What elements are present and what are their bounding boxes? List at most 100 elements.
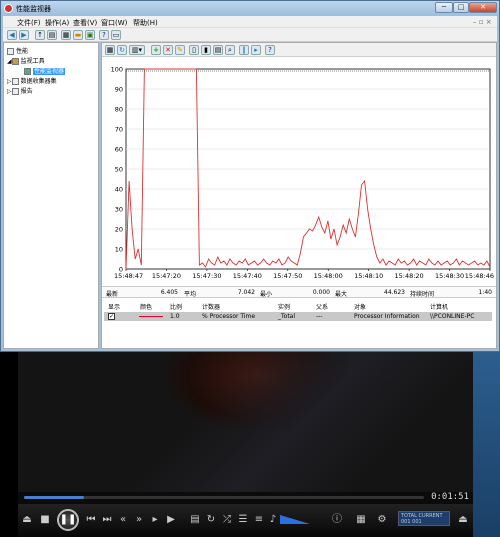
x-tick-label: 15:47:40 (233, 272, 262, 280)
menu-view[interactable]: 查看(V) (73, 18, 97, 28)
seek-bar[interactable] (24, 496, 424, 499)
col-show[interactable]: 显示 (108, 302, 120, 311)
step-icon[interactable]: ▶ (164, 513, 178, 527)
menu-window[interactable]: 窗口(W) (101, 18, 127, 28)
view-icon[interactable]: ▭ (111, 30, 121, 40)
seek-bar-area: 0:01:51 (18, 492, 473, 504)
folder-icon[interactable]: ▬ (73, 30, 83, 40)
y-tick-label: 60 (115, 146, 123, 154)
tree-item-reports[interactable]: ▷ 报告 (7, 86, 33, 95)
col-scale[interactable]: 比例 (170, 302, 182, 311)
series-color-swatch (139, 316, 163, 317)
col-instance[interactable]: 实例 (278, 302, 290, 311)
pause-button[interactable]: ❚❚ (57, 509, 79, 531)
x-tick-label: 15:48:46 (465, 272, 494, 280)
mdi-controls[interactable]: – ▫ × (473, 18, 493, 26)
player-controls: ⏏ ■ ❚❚ ⏮ ⏭ « » ▸ ▶ ▤ ↻ ⤮ ☰ ≡ ♪ ⓘ ▦ ⚙ TOT… (18, 504, 473, 537)
col-color[interactable]: 颜色 (140, 302, 152, 311)
screenshot-icon[interactable]: ▤ (188, 513, 202, 527)
performance-monitor-window: 性能监视器 ─ □ ✕ 文件(F) 操作(A) 查看(V) 窗口(W) 帮助(H… (0, 0, 500, 352)
row-parent: --- (316, 313, 323, 320)
max-value: 44.623 (384, 289, 405, 296)
equalizer-icon[interactable]: ≡ (252, 513, 266, 527)
title-bar[interactable]: 性能监视器 ─ □ ✕ (1, 1, 499, 16)
collector-icon (11, 78, 19, 85)
fast-forward-button[interactable]: » (132, 513, 146, 527)
properties-icon[interactable]: ▤ (213, 45, 223, 55)
stop-button[interactable]: ■ (38, 513, 52, 527)
x-tick-label: 15:48:10 (354, 272, 383, 280)
paste-icon[interactable]: ▮ (201, 45, 211, 55)
window-title: 性能监视器 (16, 5, 51, 13)
rewind-button[interactable]: « (116, 513, 130, 527)
add-counter-icon[interactable]: + (151, 45, 161, 55)
view-graph-icon[interactable]: ▦ (105, 45, 115, 55)
eject-icon[interactable]: ⏏ (20, 513, 34, 527)
film-icon[interactable]: ▦ (352, 513, 370, 527)
row-object: Processor Information (354, 313, 420, 320)
frame-step-icon[interactable]: ▸ (148, 513, 162, 527)
playback-time: 0:01:51 (431, 492, 469, 502)
pause-icon[interactable]: ‖ (239, 45, 249, 55)
properties-icon[interactable]: ▦ (61, 30, 71, 40)
y-tick-label: 30 (115, 206, 123, 214)
minimize-button[interactable]: ─ (435, 2, 453, 13)
repeat-icon[interactable]: ↻ (204, 513, 218, 527)
show-checkbox[interactable]: ✓ (108, 313, 115, 320)
navigation-tree: 性能 ◢ 监视工具 性能监视器 ▷ 数据收集器集 ▷ 报告 (3, 42, 99, 349)
legend-header: 显示 颜色 比例 计数器 实例 父系 对象 计算机 (104, 301, 494, 311)
volume-slider[interactable] (280, 515, 310, 524)
taskbar-edge (473, 352, 500, 537)
zoom-icon[interactable]: ⌕ (225, 45, 235, 55)
y-tick-label: 100 (111, 66, 123, 74)
show-tree-icon[interactable]: ▤ (47, 30, 57, 40)
playlist-counter-badge: TOTAL CURRENT 001 001 (398, 511, 450, 526)
settings-icon[interactable]: ⚙ (374, 513, 390, 527)
help-icon[interactable]: ? (265, 45, 275, 55)
col-object[interactable]: 对象 (354, 302, 366, 311)
maximize-button[interactable]: □ (453, 2, 469, 13)
info-icon[interactable]: ⓘ (330, 513, 344, 527)
performance-chart[interactable]: 1009080706050403020100 15:48:47 15:47:20 1… (102, 57, 496, 285)
current-label: CURRENT (418, 513, 443, 519)
menu-action[interactable]: 操作(A) (45, 18, 69, 28)
app-icon (4, 4, 13, 13)
last-value: 6.405 (160, 289, 178, 296)
next-button[interactable]: ⏭ (100, 513, 114, 527)
tree-item-monitoring-tools[interactable]: ◢ 监视工具 (7, 56, 45, 65)
report-icon (11, 88, 19, 95)
up-folder-icon[interactable]: ↑ (35, 30, 45, 40)
counter-row[interactable]: ✓ 1.0 % Processor Time _Total --- Proces… (104, 312, 492, 321)
close-button[interactable]: ✕ (469, 2, 497, 13)
export-icon[interactable]: ▣ (85, 30, 95, 40)
y-tick-label: 70 (115, 126, 123, 134)
col-counter[interactable]: 计数器 (202, 302, 220, 311)
menu-file[interactable]: 文件(F) (17, 18, 41, 28)
y-tick-label: 50 (115, 166, 123, 174)
delete-counter-icon[interactable]: ✕ (163, 45, 173, 55)
chart-icon (24, 68, 31, 75)
eject-icon[interactable]: ⏏ (456, 513, 470, 527)
volume-icon[interactable]: ♪ (266, 513, 280, 527)
back-icon[interactable]: ◀ (7, 30, 17, 40)
x-tick-label: 15:48:00 (314, 272, 343, 280)
folder-icon (11, 58, 19, 65)
previous-button[interactable]: ⏮ (84, 513, 98, 527)
forward-icon[interactable]: ▶ (19, 30, 29, 40)
x-tick-label: 15:47:20 (152, 272, 181, 280)
tree-item-performance[interactable]: 性能 (7, 46, 28, 55)
menu-help[interactable]: 帮助(H) (133, 18, 158, 28)
col-computer[interactable]: 计算机 (430, 302, 448, 311)
video-frame[interactable] (18, 352, 473, 492)
playlist-icon[interactable]: ☰ (236, 513, 250, 527)
shuffle-icon[interactable]: ⤮ (220, 513, 234, 527)
refresh-icon[interactable]: ↻ (117, 45, 127, 55)
update-icon[interactable]: ▸ (251, 45, 261, 55)
highlight-icon[interactable]: ✎ (175, 45, 185, 55)
graph-type-dropdown[interactable]: ▥▾ (129, 45, 145, 55)
tree-item-data-collector-sets[interactable]: ▷ 数据收集器集 (7, 76, 57, 85)
col-parent[interactable]: 父系 (316, 302, 328, 311)
copy-icon[interactable]: ▯ (189, 45, 199, 55)
help-icon[interactable]: ? (99, 30, 109, 40)
tree-item-performance-monitor[interactable]: 性能监视器 (24, 66, 66, 75)
